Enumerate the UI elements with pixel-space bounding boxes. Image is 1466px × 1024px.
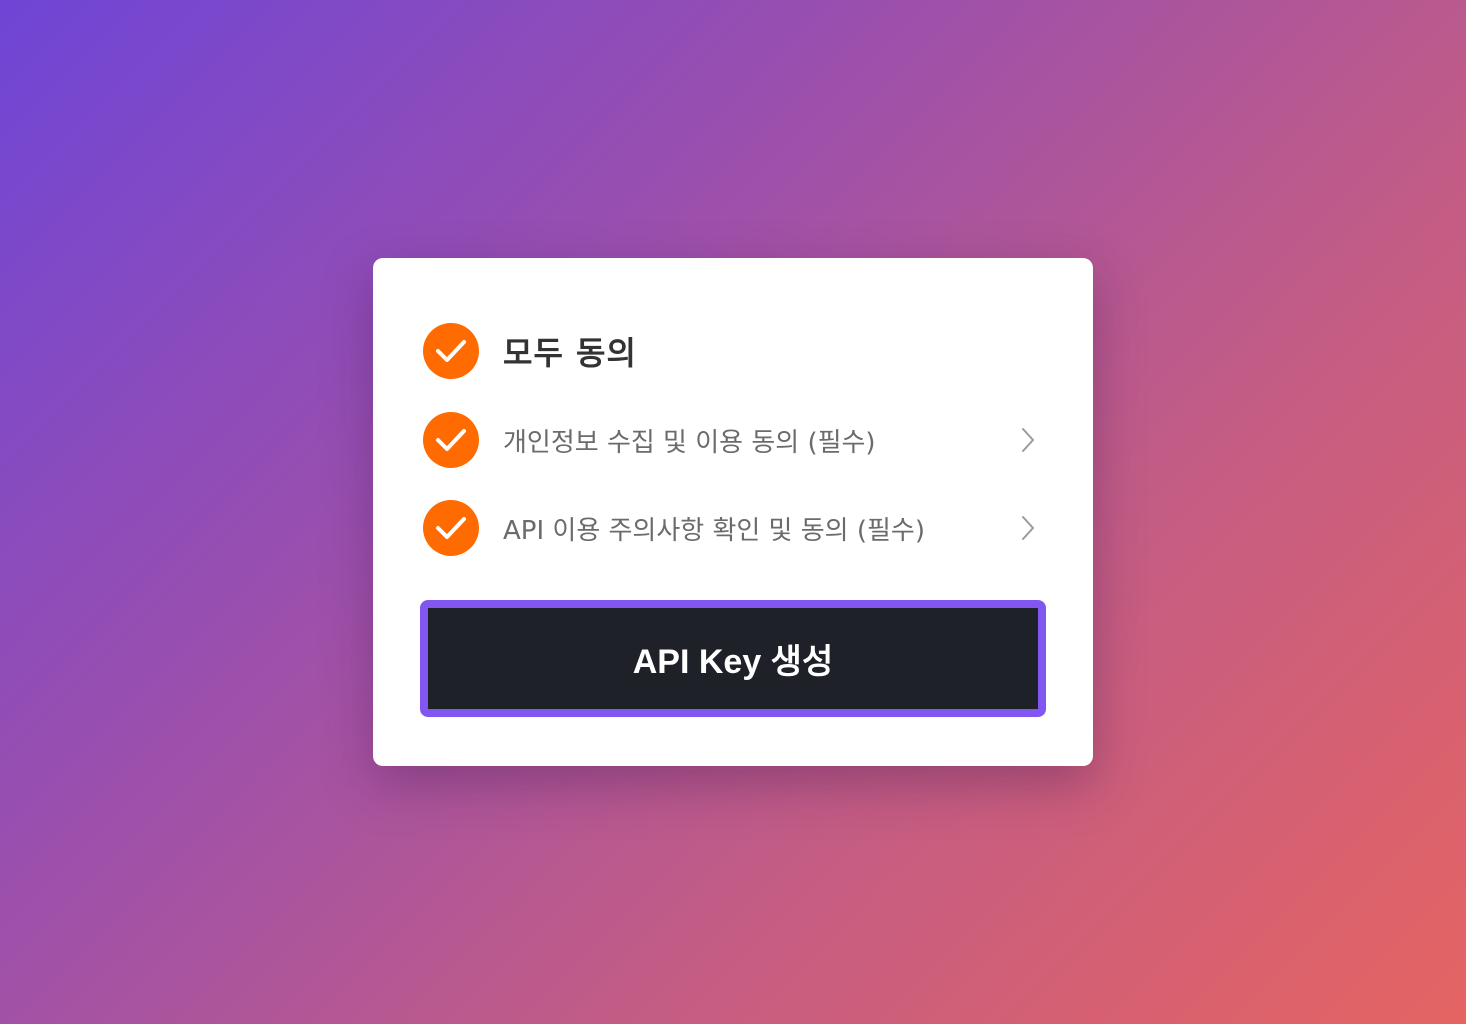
create-api-key-button[interactable]: API Key 생성 <box>420 600 1046 717</box>
check-icon[interactable] <box>423 323 479 379</box>
check-icon[interactable] <box>423 500 479 556</box>
api-notice-consent-row[interactable]: API 이용 주의사항 확인 및 동의 (필수) <box>423 500 1043 556</box>
check-icon[interactable] <box>423 412 479 468</box>
api-notice-consent-label: API 이용 주의사항 확인 및 동의 (필수) <box>503 515 925 546</box>
agree-all-row[interactable]: 모두 동의 <box>423 323 1043 379</box>
chevron-right-icon[interactable] <box>1013 513 1043 543</box>
privacy-consent-row[interactable]: 개인정보 수집 및 이용 동의 (필수) <box>423 412 1043 468</box>
agreement-card: 모두 동의 개인정보 수집 및 이용 동의 (필수) API 이용 주의사항 확… <box>373 258 1093 766</box>
privacy-consent-label: 개인정보 수집 및 이용 동의 (필수) <box>503 427 876 458</box>
agree-all-label: 모두 동의 <box>503 334 637 372</box>
chevron-right-icon[interactable] <box>1013 425 1043 455</box>
